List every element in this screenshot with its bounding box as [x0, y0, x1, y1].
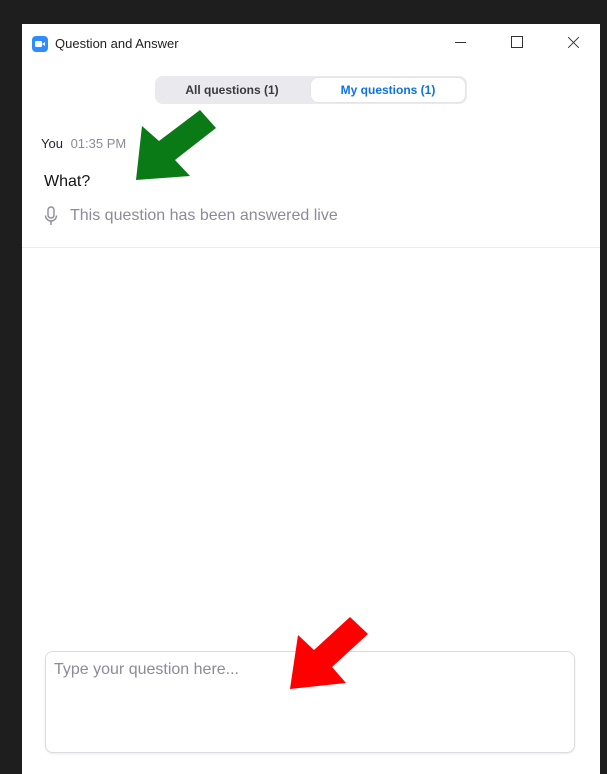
tab-all-questions[interactable]: All questions (1)	[155, 76, 309, 104]
tab-my-questions[interactable]: My questions (1)	[311, 78, 465, 102]
green-annotation-arrow	[136, 110, 216, 180]
maximize-icon	[511, 36, 523, 48]
maximize-button[interactable]	[494, 24, 540, 60]
red-annotation-arrow	[290, 617, 368, 689]
red-arrow-shape	[290, 617, 368, 689]
question-item: You 01:35 PM What? This question has bee…	[22, 122, 600, 248]
minimize-icon	[454, 41, 466, 43]
microphone-icon	[44, 206, 58, 225]
minimize-button[interactable]	[437, 24, 483, 60]
window-title: Question and Answer	[55, 36, 179, 51]
green-arrow-shape	[136, 110, 216, 180]
answer-status: This question has been answered live	[44, 206, 338, 226]
answer-status-text: This question has been answered live	[70, 207, 338, 224]
question-text: What?	[44, 173, 91, 190]
question-meta: You 01:35 PM	[41, 136, 126, 151]
question-time: 01:35 PM	[70, 136, 127, 151]
close-icon	[567, 36, 580, 49]
zoom-app-icon	[32, 36, 48, 52]
question-author: You	[41, 136, 63, 151]
question-filter-tabs: All questions (1) My questions (1)	[155, 76, 467, 104]
title-bar: Question and Answer	[22, 24, 600, 64]
close-button[interactable]	[550, 24, 596, 60]
